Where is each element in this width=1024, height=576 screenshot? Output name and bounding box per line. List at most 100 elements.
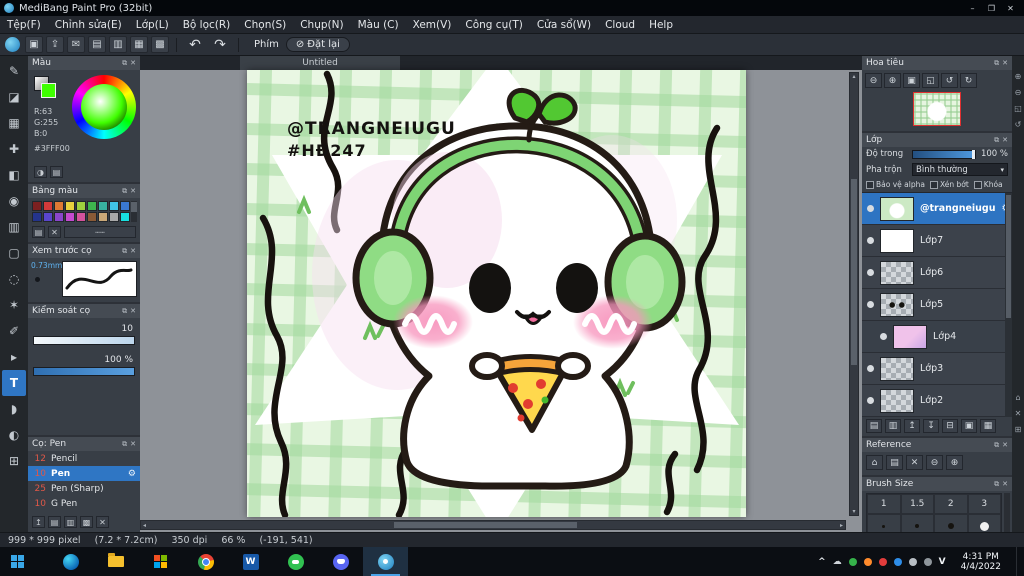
brush-size-option[interactable]: 1.5 — [900, 494, 934, 514]
close-panel-icon[interactable]: ✕ — [1002, 59, 1008, 68]
bucket-tool[interactable]: ◉ — [2, 188, 26, 214]
zoom-out-icon[interactable]: ⊖ — [926, 455, 943, 470]
palette-swatch[interactable] — [65, 201, 75, 211]
palette-swatch[interactable] — [54, 212, 64, 222]
layer-row[interactable]: @trangneiugu ⚙ — [862, 193, 1012, 225]
layer-visibility-toggle[interactable] — [867, 269, 874, 276]
palette-swatch[interactable] — [65, 212, 75, 222]
home-icon[interactable]: ⌂ — [866, 455, 883, 470]
layer-up-icon[interactable]: ↥ — [904, 419, 920, 433]
palette-swatch[interactable] — [120, 212, 130, 222]
brush-settings-gear-icon[interactable]: ⚙ — [128, 469, 136, 479]
network-icon[interactable] — [923, 557, 932, 566]
palette-scrollbar[interactable] — [131, 201, 137, 222]
color-wheel[interactable] — [72, 75, 136, 139]
layer-row[interactable]: Lớp6 — [862, 257, 1012, 289]
menu-item-view[interactable]: Xem(V) — [406, 19, 459, 31]
palette-swatch[interactable] — [87, 201, 97, 211]
firefox-tray-icon[interactable] — [863, 557, 872, 566]
palette-swatch[interactable] — [76, 201, 86, 211]
palette-swatch[interactable] — [76, 212, 86, 222]
fill-tool[interactable]: ◧ — [2, 162, 26, 188]
brush-size-option[interactable]: 2 — [934, 494, 968, 514]
start-button[interactable] — [0, 547, 36, 576]
close-panel-icon[interactable]: ✕ — [1002, 441, 1008, 450]
brush-size-option[interactable]: 1 — [867, 494, 901, 514]
strip-close-icon[interactable]: ✕ — [1015, 409, 1022, 418]
navigator-thumbnail[interactable] — [913, 92, 961, 126]
delete-brush-icon[interactable]: ✕ — [96, 516, 109, 528]
palette-swatch[interactable] — [109, 212, 119, 222]
strip-zoom-out-icon[interactable]: ⊖ — [1015, 88, 1022, 97]
clear-icon[interactable]: ✕ — [906, 455, 923, 470]
taskbar-discord[interactable] — [318, 547, 363, 576]
taskbar-chrome[interactable] — [183, 547, 228, 576]
taskbar-file-explorer[interactable] — [93, 547, 138, 576]
brush-item-pen-sharp[interactable]: 25 Pen (Sharp) — [28, 481, 140, 496]
zoom-in-icon[interactable]: ⊕ — [946, 455, 963, 470]
lock-checkbox[interactable]: Khóa — [973, 180, 1003, 189]
layer-row[interactable]: Lớp7 — [862, 225, 1012, 257]
float-panel-icon[interactable]: ⧉ — [122, 59, 127, 68]
duplicate-layer-icon[interactable]: ▥ — [885, 419, 901, 433]
redo-button[interactable]: ↷ — [209, 37, 231, 53]
strip-rotate-icon[interactable]: ↺ — [1015, 120, 1022, 129]
close-panel-icon[interactable]: ✕ — [130, 247, 136, 256]
wheel-mode-icon[interactable]: ◑ — [34, 166, 47, 178]
layer-visibility-toggle[interactable] — [880, 333, 887, 340]
onedrive-cloud-icon[interactable]: ☁ — [833, 557, 842, 567]
menu-item-edit[interactable]: Chỉnh sửa(E) — [48, 19, 129, 31]
text-tool[interactable]: T — [2, 370, 26, 396]
move-tool[interactable]: ✚ — [2, 136, 26, 162]
close-panel-icon[interactable]: ✕ — [130, 307, 136, 316]
float-panel-icon[interactable]: ⧉ — [122, 307, 127, 316]
palette-swatch[interactable] — [32, 212, 42, 222]
unikey-indicator[interactable]: V — [939, 557, 946, 567]
taskbar-microsoft-store[interactable] — [138, 547, 183, 576]
delete-color-icon[interactable]: ✕ — [48, 226, 61, 238]
layer-folder-icon[interactable]: ▣ — [961, 419, 977, 433]
new-layer-icon[interactable]: ▤ — [866, 419, 882, 433]
canvas-vertical-scrollbar[interactable]: ▴ ▾ — [849, 72, 859, 516]
lasso-tool[interactable]: ◌ — [2, 266, 26, 292]
magic-wand-tool[interactable]: ✶ — [2, 292, 26, 318]
brush-tool[interactable]: ✎ — [2, 58, 26, 84]
palette-swatch[interactable] — [120, 201, 130, 211]
layer-row[interactable]: Lớp4 — [862, 321, 1012, 353]
primary-color-swatch[interactable] — [41, 83, 56, 98]
select-pen-tool[interactable]: ✐ — [2, 318, 26, 344]
float-panel-icon[interactable]: ⧉ — [122, 187, 127, 196]
palette-swatch[interactable] — [54, 201, 64, 211]
brush-up-icon[interactable]: ↥ — [32, 516, 45, 528]
float-panel-icon[interactable]: ⧉ — [994, 441, 999, 450]
float-panel-icon[interactable]: ⧉ — [994, 136, 999, 145]
blend-mode-select[interactable]: Bình thường ▾ — [912, 163, 1008, 176]
menu-item-tools[interactable]: Công cụ(T) — [458, 19, 529, 31]
layer-opacity-slider[interactable] — [912, 149, 976, 159]
layer-row[interactable]: Lớp2 — [862, 385, 1012, 417]
export-icon[interactable]: ⇪ — [46, 36, 64, 53]
minimize-button[interactable]: – — [963, 4, 982, 13]
canvas-artwork[interactable]: @TRANGNEIUGU #HĐ247 — [247, 56, 746, 532]
close-panel-icon[interactable]: ✕ — [130, 440, 136, 449]
layer-row[interactable]: Lớp5 — [862, 289, 1012, 321]
taskbar-edge[interactable] — [48, 547, 93, 576]
taskbar-green-app[interactable] — [273, 547, 318, 576]
taskbar-clock[interactable]: 4:31 PM 4/4/2022 — [953, 552, 1009, 572]
layer-list-scrollbar[interactable] — [1005, 193, 1012, 417]
layer-visibility-toggle[interactable] — [867, 365, 874, 372]
rotate-left-icon[interactable]: ↺ — [941, 73, 958, 88]
layer-visibility-toggle[interactable] — [867, 397, 874, 404]
rotate-right-icon[interactable]: ↻ — [960, 73, 977, 88]
tray-expand-icon[interactable]: ^ — [818, 557, 826, 567]
volume-icon[interactable] — [908, 557, 917, 566]
palette-swatch[interactable] — [98, 201, 108, 211]
strip-home-icon[interactable]: ⌂ — [1015, 393, 1020, 402]
menu-item-color[interactable]: Màu (C) — [351, 19, 406, 31]
eraser-tool[interactable]: ◪ — [2, 84, 26, 110]
eyedropper-tool[interactable]: ◗ — [2, 396, 26, 422]
protect-alpha-checkbox[interactable]: Bảo vệ alpha — [866, 180, 925, 189]
comment-icon[interactable]: ✉ — [67, 36, 85, 53]
clipping-checkbox[interactable]: Xén bớt — [929, 180, 969, 189]
documents-icon[interactable]: ▥ — [109, 36, 127, 53]
